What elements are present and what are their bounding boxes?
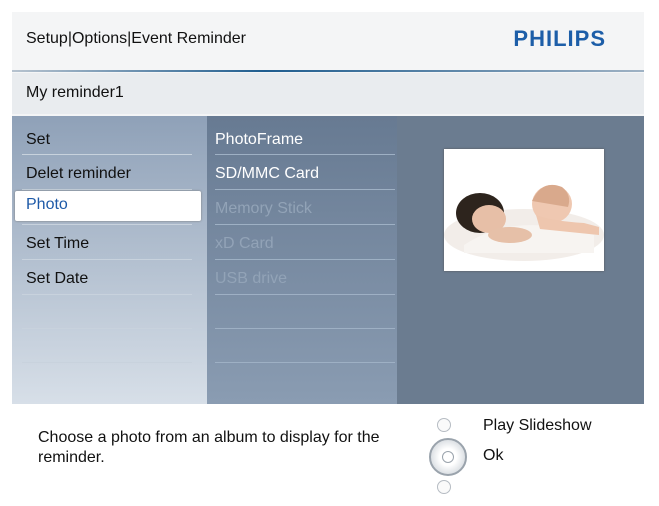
divider bbox=[215, 154, 395, 155]
divider bbox=[22, 362, 192, 363]
left-menu: Set Delet reminder Photo Set Time Set Da… bbox=[12, 116, 207, 404]
divider bbox=[215, 189, 395, 190]
mother-baby-photo bbox=[444, 149, 604, 271]
menu-item-label: Delet reminder bbox=[26, 165, 131, 182]
menu-item-label: Set Date bbox=[26, 270, 89, 287]
footer-bar: Choose a photo from an album to display … bbox=[12, 404, 644, 494]
up-arrow-indicator-icon bbox=[437, 418, 451, 432]
help-text: Choose a photo from an album to display … bbox=[38, 429, 380, 466]
divider bbox=[215, 294, 395, 295]
menu-item-photo[interactable]: Photo bbox=[15, 191, 201, 221]
menu-item-delete-reminder[interactable]: Delet reminder bbox=[12, 156, 207, 190]
divider bbox=[215, 224, 395, 225]
source-item-label: PhotoFrame bbox=[215, 131, 304, 148]
source-list: PhotoFrame SD/MMC Card Memory Stick xD C… bbox=[207, 116, 397, 404]
source-item-memory-stick: Memory Stick bbox=[207, 191, 397, 225]
menu-item-label: Set bbox=[26, 131, 51, 148]
page-subtitle: My reminder1 bbox=[26, 84, 124, 101]
option-ok[interactable]: Ok bbox=[483, 447, 503, 465]
divider bbox=[22, 294, 192, 295]
header-bar: Setup|Options|Event Reminder PHILIPS bbox=[12, 12, 644, 68]
photo-frame-screen: Setup|Options|Event Reminder PHILIPS My … bbox=[12, 12, 644, 494]
menu-item-set-date[interactable]: Set Date bbox=[12, 261, 207, 295]
source-item-photoframe[interactable]: PhotoFrame bbox=[207, 122, 397, 156]
ok-dial-icon[interactable] bbox=[429, 438, 467, 476]
down-arrow-indicator-icon bbox=[437, 480, 451, 494]
divider bbox=[22, 328, 192, 329]
divider bbox=[22, 154, 192, 155]
source-item-label: xD Card bbox=[215, 235, 274, 252]
menu-item-label: Set Time bbox=[26, 235, 90, 252]
divider bbox=[215, 328, 395, 329]
menu-item-set-time[interactable]: Set Time bbox=[12, 226, 207, 260]
menu-item-label: Photo bbox=[26, 196, 68, 213]
option-play-slideshow[interactable]: Play Slideshow bbox=[483, 417, 592, 435]
source-item-label: SD/MMC Card bbox=[215, 165, 320, 182]
source-item-usb-drive: USB drive bbox=[207, 261, 397, 295]
photo-preview bbox=[444, 149, 604, 271]
divider bbox=[215, 259, 395, 260]
source-item-sd-card[interactable]: SD/MMC Card bbox=[207, 156, 397, 190]
header-divider bbox=[12, 70, 644, 72]
dial-center-icon bbox=[442, 451, 454, 463]
divider bbox=[22, 259, 192, 260]
divider bbox=[22, 224, 192, 225]
brand-logo: PHILIPS bbox=[513, 26, 606, 51]
breadcrumb: Setup|Options|Event Reminder bbox=[26, 30, 246, 47]
source-item-label: USB drive bbox=[215, 270, 288, 287]
source-item-label: Memory Stick bbox=[215, 200, 312, 217]
menu-item-set[interactable]: Set bbox=[12, 122, 207, 156]
source-item-xd-card: xD Card bbox=[207, 226, 397, 260]
divider bbox=[215, 362, 395, 363]
divider bbox=[22, 189, 192, 190]
